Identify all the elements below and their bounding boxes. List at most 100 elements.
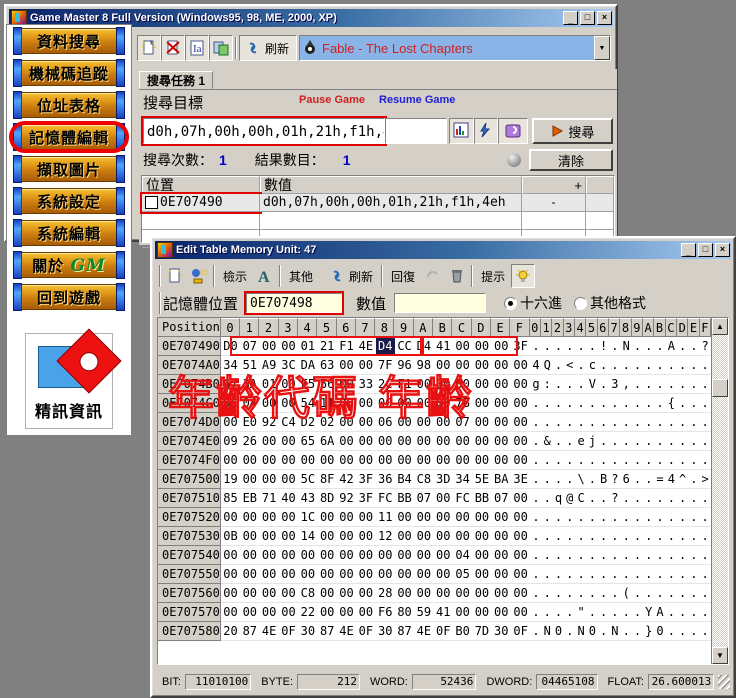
- ascii-cell[interactable]: .: [564, 337, 576, 356]
- hex-row[interactable]: 0E707570 00 00 00 00 22 00 00 00 F6 80 59 41 00 00 00 00…: [158, 603, 711, 622]
- ascii-cell[interactable]: .: [597, 565, 610, 584]
- hex-byte-cell[interactable]: 00: [433, 375, 453, 394]
- result-address-cell[interactable]: 0E707490: [140, 192, 262, 214]
- hex-byte-cell[interactable]: 0F: [278, 622, 299, 641]
- hex-byte-cell[interactable]: 7B: [452, 394, 473, 413]
- delete-button[interactable]: [161, 35, 185, 61]
- hex-row-position[interactable]: 0E707580: [158, 622, 221, 641]
- ascii-cell[interactable]: <: [564, 356, 576, 375]
- ascii-cell[interactable]: .: [530, 470, 542, 489]
- hex-byte-cell[interactable]: 00: [472, 603, 492, 622]
- hex-byte-cell[interactable]: D2: [298, 413, 318, 432]
- ascii-cell[interactable]: .: [631, 470, 644, 489]
- ascii-cell[interactable]: .: [620, 622, 632, 641]
- hex-byte-cell[interactable]: 00: [452, 451, 473, 470]
- ascii-cell[interactable]: .: [620, 413, 632, 432]
- ascii-cell[interactable]: .: [665, 375, 677, 394]
- ascii-cell[interactable]: .: [552, 508, 565, 527]
- ascii-cell[interactable]: .: [631, 508, 644, 527]
- hex-byte-cell[interactable]: 5C: [298, 470, 318, 489]
- hex-byte-cell[interactable]: 00: [336, 432, 357, 451]
- hex-byte-cell[interactable]: 4E: [356, 337, 376, 356]
- hex-byte-cell[interactable]: 20: [220, 622, 241, 641]
- ascii-col-header-F[interactable]: F: [699, 318, 711, 337]
- ascii-cell[interactable]: (: [620, 584, 632, 603]
- ascii-cell[interactable]: .: [575, 565, 587, 584]
- hex-byte-cell[interactable]: 6A: [317, 432, 337, 451]
- hex-byte-cell[interactable]: 98: [414, 356, 434, 375]
- hex-byte-cell[interactable]: 00: [472, 451, 492, 470]
- ascii-cell[interactable]: .: [530, 584, 542, 603]
- ascii-cell[interactable]: .: [643, 375, 655, 394]
- ascii-cell[interactable]: q: [552, 489, 565, 508]
- ascii-col-header-3[interactable]: 3: [563, 318, 575, 337]
- hex-byte-cell[interactable]: A9: [259, 356, 279, 375]
- hex-byte-cell[interactable]: 21: [317, 337, 337, 356]
- hex-byte-cell[interactable]: 00: [433, 432, 453, 451]
- ascii-cell[interactable]: .: [541, 489, 553, 508]
- hex-byte-cell[interactable]: 00: [259, 584, 279, 603]
- hex-byte-cell[interactable]: 00: [510, 394, 531, 413]
- ascii-cell[interactable]: .: [676, 375, 689, 394]
- hex-row-position[interactable]: 0E707500: [158, 470, 221, 489]
- ascii-cell[interactable]: .: [564, 546, 576, 565]
- ascii-cell[interactable]: .: [541, 508, 553, 527]
- ascii-cell[interactable]: .: [530, 527, 542, 546]
- hex-byte-cell[interactable]: 00: [356, 565, 376, 584]
- ascii-cell[interactable]: .: [620, 508, 632, 527]
- hex-byte-cell[interactable]: 00: [414, 375, 434, 394]
- hex-byte-cell[interactable]: 00: [452, 375, 473, 394]
- ascii-cell[interactable]: ^: [676, 470, 689, 489]
- hex-byte-cell[interactable]: 96: [394, 356, 415, 375]
- hex-byte-cell[interactable]: 00: [433, 527, 453, 546]
- hex-byte-cell[interactable]: 00: [472, 565, 492, 584]
- hex-byte-cell[interactable]: 00: [278, 337, 299, 356]
- ascii-cell[interactable]: .: [631, 603, 644, 622]
- hex-byte-cell[interactable]: 3F: [356, 489, 376, 508]
- hex-byte-cell[interactable]: 00: [510, 508, 531, 527]
- hex-byte-cell[interactable]: 00: [510, 584, 531, 603]
- ascii-cell[interactable]: .: [654, 584, 666, 603]
- ascii-cell[interactable]: .: [688, 527, 700, 546]
- refresh-button[interactable]: 刷新: [239, 35, 298, 61]
- ascii-cell[interactable]: .: [620, 603, 632, 622]
- hex-byte-cell[interactable]: 00: [472, 546, 492, 565]
- hex-byte-cell[interactable]: 56: [317, 375, 337, 394]
- ascii-cell[interactable]: .: [620, 451, 632, 470]
- ascii-cell[interactable]: .: [654, 413, 666, 432]
- ascii-cell[interactable]: .: [552, 394, 565, 413]
- ascii-cell[interactable]: .: [631, 413, 644, 432]
- hex-byte-cell[interactable]: 87: [394, 622, 415, 641]
- hex-byte-cell[interactable]: B0: [452, 622, 473, 641]
- ascii-cell[interactable]: .: [654, 432, 666, 451]
- scroll-down-button[interactable]: ▼: [712, 647, 728, 664]
- hex-col-header-3[interactable]: 3: [278, 318, 298, 337]
- hex-byte-cell[interactable]: FC: [375, 489, 395, 508]
- ascii-cell[interactable]: .: [665, 413, 677, 432]
- hex-byte-cell[interactable]: 80: [394, 603, 415, 622]
- hex-byte-cell[interactable]: D0: [220, 337, 241, 356]
- ascii-cell[interactable]: .: [643, 508, 655, 527]
- hex-byte-cell[interactable]: 00: [240, 584, 260, 603]
- hex-byte-cell[interactable]: 00: [278, 565, 299, 584]
- hex-byte-cell[interactable]: 00: [356, 508, 376, 527]
- hex-byte-cell[interactable]: F6: [375, 603, 395, 622]
- ascii-cell[interactable]: 6: [620, 470, 632, 489]
- hex-byte-cell[interactable]: 00: [452, 584, 473, 603]
- ascii-cell[interactable]: .: [631, 527, 644, 546]
- hex-col-header-A[interactable]: A: [413, 318, 434, 337]
- ascii-cell[interactable]: .: [586, 413, 598, 432]
- hex-byte-cell[interactable]: 00: [259, 527, 279, 546]
- ascii-cell[interactable]: N: [609, 622, 621, 641]
- ascii-cell[interactable]: .: [541, 565, 553, 584]
- hex-row[interactable]: 0E707530 0B 00 00 00 14 00 00 00 12 00 00 00 00 00 00 00…: [158, 527, 711, 546]
- ascii-cell[interactable]: .: [597, 584, 610, 603]
- hex-row-position[interactable]: 0E7074E0: [158, 432, 221, 451]
- ascii-cell[interactable]: .: [597, 489, 610, 508]
- hex-byte-cell[interactable]: 00: [259, 546, 279, 565]
- hex-byte-cell[interactable]: 00: [452, 356, 473, 375]
- ascii-col-header-0[interactable]: 0: [529, 318, 541, 337]
- column-header-position[interactable]: 位置: [142, 176, 260, 194]
- hex-byte-cell[interactable]: 00: [278, 394, 299, 413]
- ascii-cell[interactable]: N: [541, 622, 553, 641]
